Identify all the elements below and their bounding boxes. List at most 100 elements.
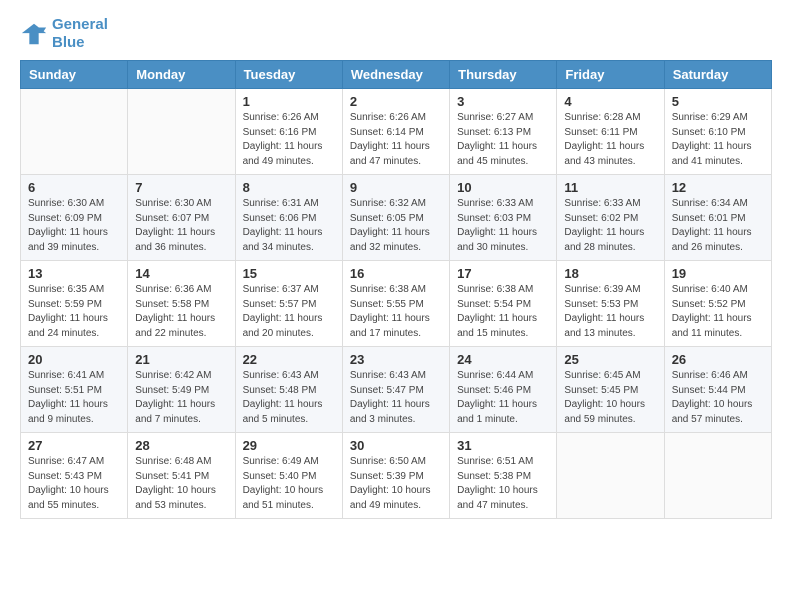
calendar-cell: 6 Sunrise: 6:30 AM Sunset: 6:09 PM Daylig… [21, 175, 128, 261]
day-number: 22 [243, 352, 335, 367]
day-number: 7 [135, 180, 227, 195]
calendar-cell: 31 Sunrise: 6:51 AM Sunset: 5:38 PM Dayli… [450, 433, 557, 519]
day-info: Sunrise: 6:35 AM Sunset: 5:59 PM Dayligh… [28, 283, 120, 341]
day-number: 10 [457, 180, 549, 195]
day-info: Sunrise: 6:36 AM Sunset: 5:58 PM Dayligh… [135, 283, 227, 341]
day-info: Sunrise: 6:51 AM Sunset: 5:38 PM Dayligh… [457, 455, 549, 513]
calendar-cell: 3 Sunrise: 6:27 AM Sunset: 6:13 PM Daylig… [450, 89, 557, 175]
calendar-cell: 5 Sunrise: 6:29 AM Sunset: 6:10 PM Daylig… [664, 89, 771, 175]
day-info: Sunrise: 6:38 AM Sunset: 5:54 PM Dayligh… [457, 283, 549, 341]
day-number: 4 [564, 94, 656, 109]
calendar-cell: 23 Sunrise: 6:43 AM Sunset: 5:47 PM Dayli… [342, 347, 449, 433]
day-number: 19 [672, 266, 764, 281]
day-info: Sunrise: 6:43 AM Sunset: 5:48 PM Dayligh… [243, 369, 335, 427]
day-number: 5 [672, 94, 764, 109]
day-info: Sunrise: 6:43 AM Sunset: 5:47 PM Dayligh… [350, 369, 442, 427]
calendar-cell: 9 Sunrise: 6:32 AM Sunset: 6:05 PM Daylig… [342, 175, 449, 261]
day-info: Sunrise: 6:30 AM Sunset: 6:07 PM Dayligh… [135, 197, 227, 255]
day-number: 1 [243, 94, 335, 109]
day-number: 15 [243, 266, 335, 281]
calendar-cell: 14 Sunrise: 6:36 AM Sunset: 5:58 PM Dayli… [128, 261, 235, 347]
day-info: Sunrise: 6:29 AM Sunset: 6:10 PM Dayligh… [672, 111, 764, 169]
day-number: 31 [457, 438, 549, 453]
day-info: Sunrise: 6:40 AM Sunset: 5:52 PM Dayligh… [672, 283, 764, 341]
calendar-cell: 21 Sunrise: 6:42 AM Sunset: 5:49 PM Dayli… [128, 347, 235, 433]
day-number: 20 [28, 352, 120, 367]
calendar-cell: 18 Sunrise: 6:39 AM Sunset: 5:53 PM Dayli… [557, 261, 664, 347]
day-info: Sunrise: 6:33 AM Sunset: 6:02 PM Dayligh… [564, 197, 656, 255]
day-info: Sunrise: 6:42 AM Sunset: 5:49 PM Dayligh… [135, 369, 227, 427]
day-info: Sunrise: 6:33 AM Sunset: 6:03 PM Dayligh… [457, 197, 549, 255]
calendar-header-row: SundayMondayTuesdayWednesdayThursdayFrid… [21, 61, 772, 89]
day-number: 17 [457, 266, 549, 281]
calendar-cell: 7 Sunrise: 6:30 AM Sunset: 6:07 PM Daylig… [128, 175, 235, 261]
logo-text: General Blue [52, 16, 108, 52]
weekday-header-monday: Monday [128, 61, 235, 89]
day-info: Sunrise: 6:32 AM Sunset: 6:05 PM Dayligh… [350, 197, 442, 255]
day-info: Sunrise: 6:26 AM Sunset: 6:16 PM Dayligh… [243, 111, 335, 169]
calendar-cell: 12 Sunrise: 6:34 AM Sunset: 6:01 PM Dayli… [664, 175, 771, 261]
calendar-table: SundayMondayTuesdayWednesdayThursdayFrid… [20, 60, 772, 519]
calendar-cell: 24 Sunrise: 6:44 AM Sunset: 5:46 PM Dayli… [450, 347, 557, 433]
day-info: Sunrise: 6:39 AM Sunset: 5:53 PM Dayligh… [564, 283, 656, 341]
day-number: 13 [28, 266, 120, 281]
day-number: 3 [457, 94, 549, 109]
day-info: Sunrise: 6:47 AM Sunset: 5:43 PM Dayligh… [28, 455, 120, 513]
calendar-cell: 1 Sunrise: 6:26 AM Sunset: 6:16 PM Daylig… [235, 89, 342, 175]
day-info: Sunrise: 6:30 AM Sunset: 6:09 PM Dayligh… [28, 197, 120, 255]
day-info: Sunrise: 6:37 AM Sunset: 5:57 PM Dayligh… [243, 283, 335, 341]
day-number: 14 [135, 266, 227, 281]
calendar-cell: 16 Sunrise: 6:38 AM Sunset: 5:55 PM Dayli… [342, 261, 449, 347]
day-info: Sunrise: 6:41 AM Sunset: 5:51 PM Dayligh… [28, 369, 120, 427]
day-info: Sunrise: 6:27 AM Sunset: 6:13 PM Dayligh… [457, 111, 549, 169]
calendar-week-row: 13 Sunrise: 6:35 AM Sunset: 5:59 PM Dayli… [21, 261, 772, 347]
calendar-cell: 25Sunrise: 6:45 AM Sunset: 5:45 PM Dayli… [557, 347, 664, 433]
calendar-cell [664, 433, 771, 519]
day-number: 18 [564, 266, 656, 281]
day-info: Sunrise: 6:26 AM Sunset: 6:14 PM Dayligh… [350, 111, 442, 169]
calendar-cell: 22 Sunrise: 6:43 AM Sunset: 5:48 PM Dayli… [235, 347, 342, 433]
day-number: 21 [135, 352, 227, 367]
day-number: 11 [564, 180, 656, 195]
calendar-cell: 15 Sunrise: 6:37 AM Sunset: 5:57 PM Dayli… [235, 261, 342, 347]
day-number: 6 [28, 180, 120, 195]
logo: General Blue [20, 16, 108, 52]
day-info: Sunrise: 6:45 AM Sunset: 5:45 PM Dayligh… [564, 369, 656, 427]
day-info: Sunrise: 6:48 AM Sunset: 5:41 PM Dayligh… [135, 455, 227, 513]
day-info: Sunrise: 6:49 AM Sunset: 5:40 PM Dayligh… [243, 455, 335, 513]
calendar-cell: 30Sunrise: 6:50 AM Sunset: 5:39 PM Dayli… [342, 433, 449, 519]
calendar-week-row: 27 Sunrise: 6:47 AM Sunset: 5:43 PM Dayli… [21, 433, 772, 519]
weekday-header-sunday: Sunday [21, 61, 128, 89]
day-number: 2 [350, 94, 442, 109]
weekday-header-wednesday: Wednesday [342, 61, 449, 89]
day-info: Sunrise: 6:31 AM Sunset: 6:06 PM Dayligh… [243, 197, 335, 255]
day-number: 16 [350, 266, 442, 281]
calendar-cell: 11 Sunrise: 6:33 AM Sunset: 6:02 PM Dayli… [557, 175, 664, 261]
calendar-cell: 26Sunrise: 6:46 AM Sunset: 5:44 PM Dayli… [664, 347, 771, 433]
day-number: 27 [28, 438, 120, 453]
weekday-header-thursday: Thursday [450, 61, 557, 89]
day-number: 9 [350, 180, 442, 195]
calendar-cell: 10 Sunrise: 6:33 AM Sunset: 6:03 PM Dayli… [450, 175, 557, 261]
weekday-header-tuesday: Tuesday [235, 61, 342, 89]
day-info: Sunrise: 6:38 AM Sunset: 5:55 PM Dayligh… [350, 283, 442, 341]
calendar-cell: 28 Sunrise: 6:48 AM Sunset: 5:41 PM Dayli… [128, 433, 235, 519]
calendar-week-row: 1 Sunrise: 6:26 AM Sunset: 6:16 PM Daylig… [21, 89, 772, 175]
calendar-cell: 17 Sunrise: 6:38 AM Sunset: 5:54 PM Dayli… [450, 261, 557, 347]
calendar-cell: 4Sunrise: 6:28 AM Sunset: 6:11 PM Daylig… [557, 89, 664, 175]
calendar-cell: 8Sunrise: 6:31 AM Sunset: 6:06 PM Daylig… [235, 175, 342, 261]
weekday-header-saturday: Saturday [664, 61, 771, 89]
calendar-cell: 27 Sunrise: 6:47 AM Sunset: 5:43 PM Dayli… [21, 433, 128, 519]
calendar-cell: 29Sunrise: 6:49 AM Sunset: 5:40 PM Dayli… [235, 433, 342, 519]
day-number: 28 [135, 438, 227, 453]
weekday-header-friday: Friday [557, 61, 664, 89]
day-info: Sunrise: 6:46 AM Sunset: 5:44 PM Dayligh… [672, 369, 764, 427]
day-number: 24 [457, 352, 549, 367]
calendar-cell: 20 Sunrise: 6:41 AM Sunset: 5:51 PM Dayli… [21, 347, 128, 433]
day-number: 30 [350, 438, 442, 453]
day-info: Sunrise: 6:34 AM Sunset: 6:01 PM Dayligh… [672, 197, 764, 255]
day-number: 23 [350, 352, 442, 367]
calendar-week-row: 20 Sunrise: 6:41 AM Sunset: 5:51 PM Dayli… [21, 347, 772, 433]
day-info: Sunrise: 6:44 AM Sunset: 5:46 PM Dayligh… [457, 369, 549, 427]
day-number: 12 [672, 180, 764, 195]
